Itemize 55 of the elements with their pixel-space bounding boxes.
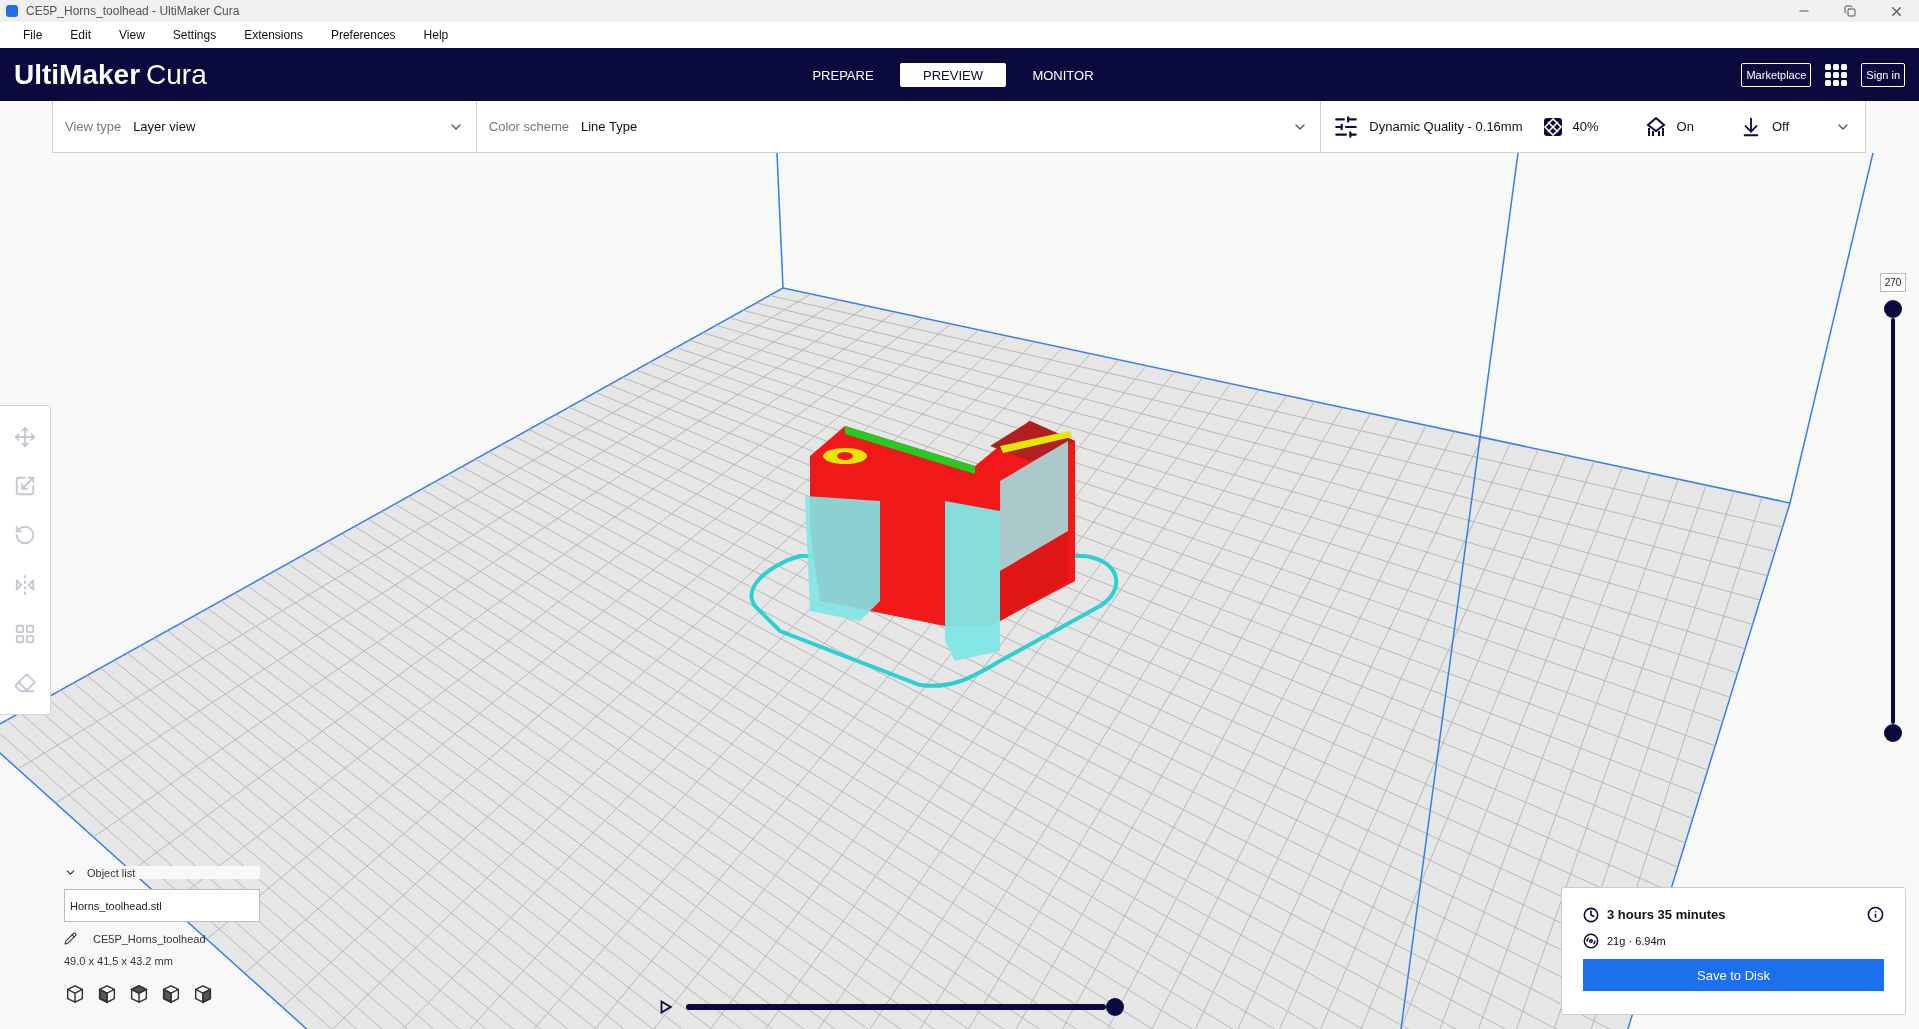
play-icon (660, 1000, 672, 1014)
3d-view-icon (64, 983, 86, 1005)
menu-item[interactable]: Preferences (321, 26, 405, 44)
menu-item[interactable]: Settings (163, 26, 226, 44)
object-list-toggle[interactable]: Object list (64, 866, 260, 879)
restore-icon (1844, 5, 1856, 17)
material-estimate: 21g · 6.94m (1607, 935, 1666, 947)
top-view-icon (128, 983, 150, 1005)
info-icon[interactable] (1867, 906, 1884, 923)
clock-icon (1583, 906, 1599, 923)
apps-button[interactable] (1823, 61, 1850, 88)
camera-view-button[interactable] (192, 983, 214, 1005)
menu-item[interactable]: Edit (61, 26, 101, 44)
camera-view-button[interactable] (64, 983, 86, 1005)
right-view-icon (192, 983, 214, 1005)
scale-icon (14, 475, 36, 497)
app-icon (6, 5, 18, 17)
camera-view-button[interactable] (96, 983, 118, 1005)
infill-icon (1542, 116, 1563, 137)
app-logo: UltiMaker Cura (14, 58, 207, 91)
sign-in-button[interactable]: Sign in (1861, 62, 1905, 87)
menu-item[interactable]: Help (414, 26, 458, 44)
print-time: 3 hours 35 minutes (1607, 907, 1726, 922)
menu-item[interactable]: File (14, 26, 52, 44)
object-list-item[interactable]: Horns_toolhead.stl (64, 889, 260, 922)
stage-tab[interactable]: MONITOR (1010, 63, 1116, 87)
move-icon (14, 425, 36, 448)
camera-view-button[interactable] (160, 983, 182, 1005)
menu-item[interactable]: Extensions (235, 26, 312, 44)
marketplace-button[interactable]: Marketplace (1741, 62, 1812, 87)
left-view-icon (160, 983, 182, 1005)
mirror-icon (14, 573, 36, 596)
object-dimensions: 49.0 x 41.5 x 43.2 mm (64, 955, 174, 967)
window-title: CE5P_Horns_toolhead - UltiMaker Cura (26, 4, 240, 18)
object-name: CE5P_Horns_toolhead (93, 932, 206, 945)
spool-icon (1583, 933, 1599, 949)
support-icon (1644, 115, 1667, 138)
layer-slider-handle[interactable] (1884, 724, 1902, 742)
menu-item[interactable]: View (110, 26, 154, 44)
save-to-disk-button[interactable]: Save to Disk (1583, 959, 1884, 991)
layer-number: 270 (1879, 273, 1907, 292)
color-scheme-dropdown[interactable]: Color scheme Line Type (476, 101, 1322, 152)
view-type-dropdown[interactable]: View type Layer view (53, 101, 477, 152)
print-settings-dropdown[interactable]: Dynamic Quality - 0.16mm 40% On Off (1321, 101, 1865, 152)
rotate-icon (14, 524, 36, 547)
front-view-icon (96, 983, 118, 1005)
apps-grid-icon (1825, 63, 1848, 86)
camera-view-button[interactable] (128, 983, 150, 1005)
stage-tab[interactable]: PREPARE (790, 63, 896, 87)
stage-tab[interactable]: PREVIEW (900, 63, 1006, 87)
sliders-icon (1333, 113, 1360, 140)
pencil-icon (64, 932, 77, 945)
play-button[interactable] (660, 1000, 672, 1014)
support-blocker-icon (14, 672, 36, 695)
layer-slider-handle[interactable] (1884, 300, 1902, 318)
